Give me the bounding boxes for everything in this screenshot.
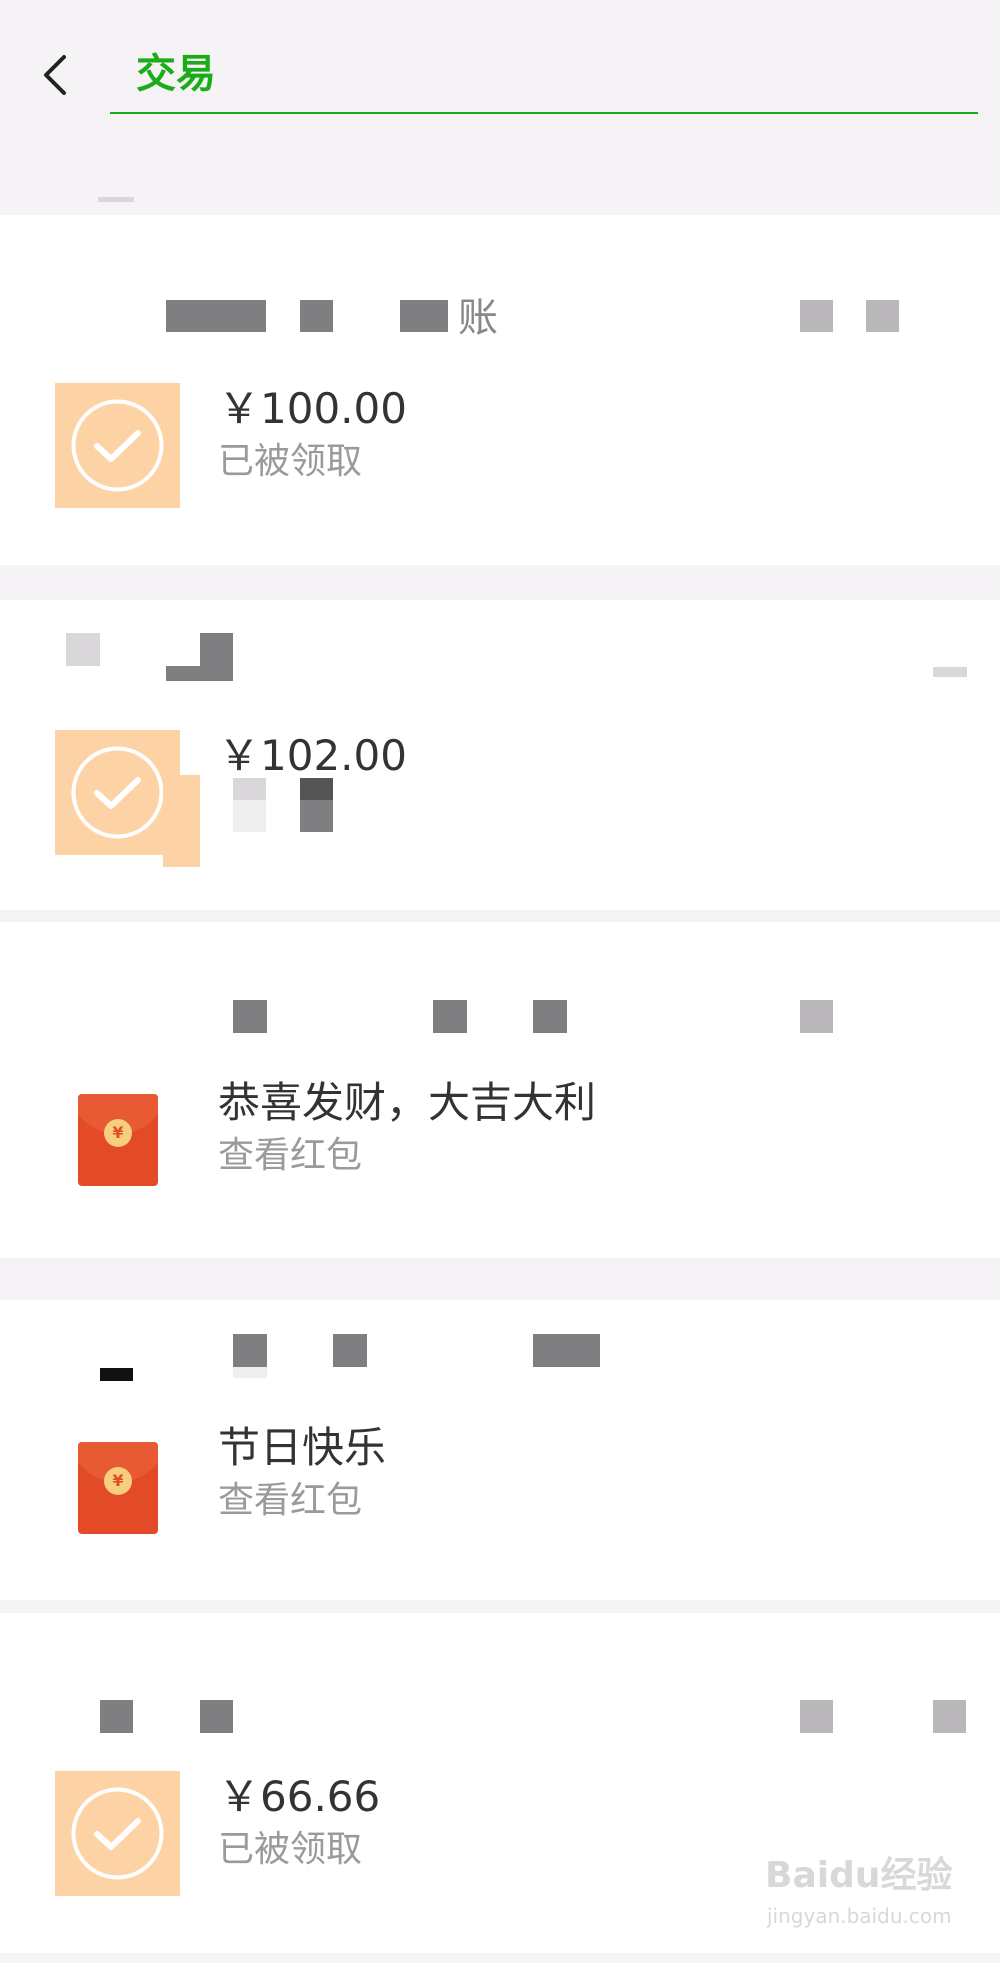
- redacted-header: 账: [0, 215, 1000, 341]
- redacted-block: [300, 778, 333, 800]
- transaction-card[interactable]: ￥102.00: [0, 600, 1000, 910]
- redacted-header: [0, 600, 1000, 710]
- transfer-received-icon: [55, 730, 180, 855]
- redacted-block: [333, 1334, 367, 1367]
- redacted-block: [100, 1368, 133, 1381]
- transaction-amount: ￥100.00: [218, 384, 407, 433]
- red-packet-message: 节日快乐: [218, 1423, 387, 1472]
- search-input-value: 交易: [136, 51, 216, 97]
- red-packet-icon: ¥: [78, 1442, 158, 1534]
- back-button[interactable]: [28, 40, 84, 110]
- transfer-received-icon: [55, 383, 180, 508]
- transaction-card[interactable]: ¥ 恭喜发财，大吉大利 查看红包: [0, 922, 1000, 1258]
- watermark-url: jingyan.baidu.com: [767, 1904, 952, 1928]
- transaction-card[interactable]: ¥ 节日快乐 查看红包: [0, 1300, 1000, 1600]
- redacted-block: [66, 633, 100, 666]
- redacted-block: [866, 300, 899, 332]
- redacted-block: [98, 197, 134, 202]
- redacted-block: [433, 1000, 467, 1033]
- search-header: 交易: [0, 0, 1000, 232]
- redacted-block: [200, 633, 233, 666]
- transfer-received-icon: [55, 1771, 180, 1896]
- redacted-block: [933, 1700, 966, 1733]
- redacted-block: [166, 300, 266, 332]
- transaction-status: 已被领取: [218, 441, 363, 482]
- redacted-block: [163, 775, 200, 867]
- chevron-left-icon: [44, 55, 66, 95]
- redacted-block: [933, 667, 967, 677]
- redacted-block: [800, 1000, 833, 1033]
- redacted-block: [200, 1700, 233, 1733]
- redacted-block: [533, 1334, 600, 1367]
- redacted-header: [0, 1613, 1000, 1733]
- redacted-block: [533, 1000, 567, 1033]
- check-circle-icon: [71, 1787, 164, 1880]
- watermark-brand: Baidu经验: [765, 1855, 953, 1896]
- search-input[interactable]: 交易: [110, 40, 978, 114]
- redacted-header: [0, 922, 1000, 1033]
- transaction-title: 账: [458, 295, 498, 341]
- coin-icon: ¥: [104, 1119, 132, 1147]
- view-red-packet-link[interactable]: 查看红包: [218, 1478, 362, 1524]
- redacted-block: [233, 800, 266, 832]
- redacted-block: [166, 666, 233, 681]
- transaction-card[interactable]: 账 ￥100.00 已被领取: [0, 215, 1000, 565]
- view-red-packet-link[interactable]: 查看红包: [218, 1133, 362, 1179]
- redacted-block: [233, 778, 266, 800]
- redacted-header: [0, 1300, 1000, 1410]
- redacted-block: [300, 300, 333, 332]
- transaction-status: 已被领取: [218, 1829, 363, 1870]
- redacted-block: [400, 300, 448, 332]
- redacted-block: [100, 1700, 133, 1733]
- redacted-block: [233, 1000, 267, 1033]
- redacted-block: [300, 800, 333, 832]
- check-circle-icon: [71, 746, 164, 839]
- redacted-block: [800, 1700, 833, 1733]
- redacted-block: [233, 1367, 267, 1378]
- baidu-jingyan-watermark: Baidu经验 jingyan.baidu.com: [765, 1852, 955, 1944]
- coin-icon: ¥: [104, 1467, 132, 1495]
- red-packet-message: 恭喜发财，大吉大利: [218, 1078, 597, 1127]
- redacted-block: [233, 1334, 267, 1367]
- transaction-amount: ￥66.66: [218, 1772, 381, 1821]
- check-circle-icon: [71, 399, 164, 492]
- transaction-amount: ￥102.00: [218, 731, 407, 780]
- red-packet-icon: ¥: [78, 1094, 158, 1186]
- redacted-block: [800, 300, 833, 332]
